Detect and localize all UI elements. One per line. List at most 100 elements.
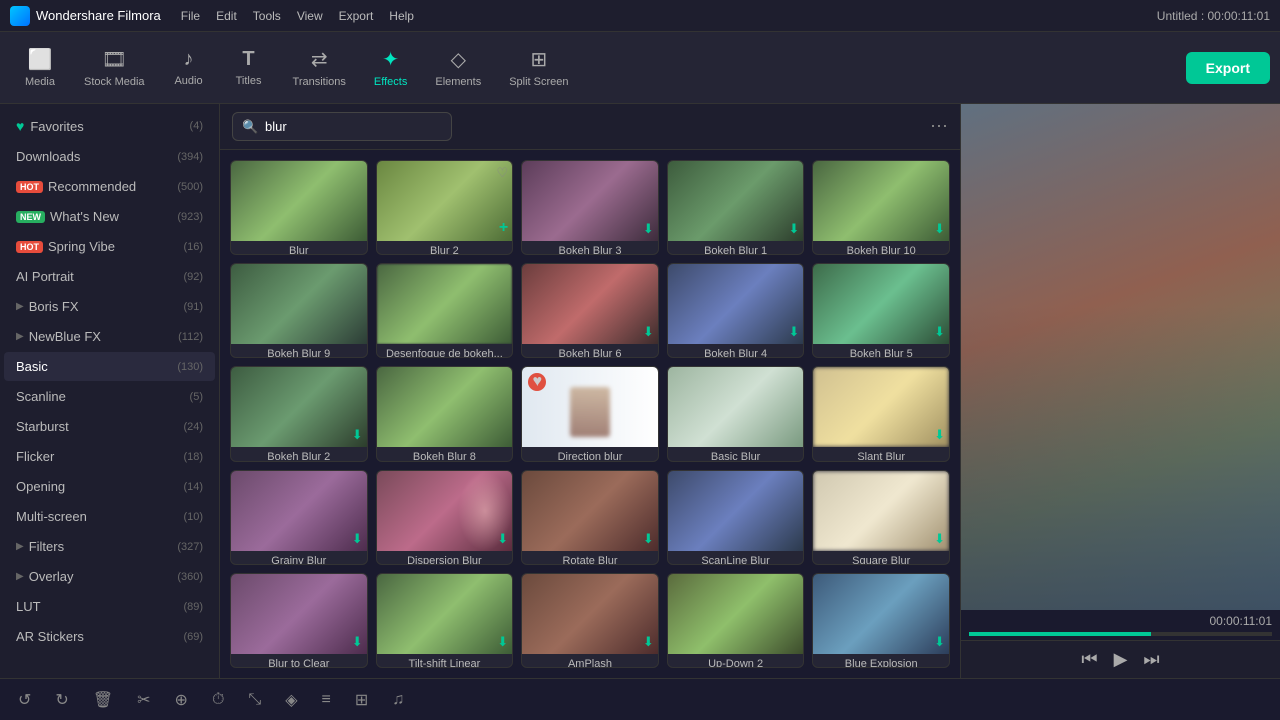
effect-thumbnail (231, 161, 367, 241)
snap-button[interactable]: ◈ (279, 686, 303, 714)
sidebar-item-newblue-fx[interactable]: ▶ NewBlue FX (112) (4, 322, 215, 351)
sidebar-item-overlay[interactable]: ▶ Overlay (360) (4, 562, 215, 591)
toolbar-audio[interactable]: ♪ Audio (159, 42, 219, 93)
effect-card-bokeh-blur-8[interactable]: Bokeh Blur 8 (376, 366, 514, 461)
effect-card-bokeh-blur-3[interactable]: ⬇ Bokeh Blur 3 (521, 160, 659, 255)
effect-card-up-down-2[interactable]: Up-Down 2 (667, 573, 805, 668)
toolbar-stock-media[interactable]: 🎞 Stock Media (70, 41, 159, 94)
toolbar-media[interactable]: ⬜ Media (10, 41, 70, 94)
undo-button[interactable]: ↺ (12, 686, 37, 714)
effect-card-blur-to-clear[interactable]: ⬇ Blur to Clear (230, 573, 368, 668)
sidebar-item-ai-portrait[interactable]: AI Portrait (92) (4, 262, 215, 291)
grid-button[interactable]: ⊞ (349, 686, 374, 714)
add-button[interactable]: ⊕ (169, 686, 194, 714)
download-icon[interactable]: ⬇ (497, 531, 508, 547)
effect-card-blur2[interactable]: ♡ + Blur 2 (376, 160, 514, 255)
download-icon[interactable]: ⬇ (934, 221, 945, 237)
sidebar-item-whats-new[interactable]: NEW What's New (923) (4, 202, 215, 231)
effect-card-bokeh-blur-6[interactable]: ⬇ Bokeh Blur 6 (521, 263, 659, 358)
download-icon[interactable]: ⬇ (643, 324, 654, 340)
preview-progress-bar[interactable] (969, 632, 1272, 636)
sidebar-ar-stickers-label: AR Stickers (16, 629, 183, 644)
sidebar-item-favorites[interactable]: ♥ Favorites (4) (4, 111, 215, 141)
download-icon[interactable]: ⬇ (352, 531, 363, 547)
menu-tools[interactable]: Tools (253, 9, 281, 23)
sidebar-item-opening[interactable]: Opening (14) (4, 472, 215, 501)
sidebar-item-recommended[interactable]: HOT Recommended (500) (4, 172, 215, 201)
add-to-timeline-icon[interactable]: + (499, 219, 508, 237)
effect-card-blur[interactable]: Blur (230, 160, 368, 255)
prev-frame-button[interactable]: ⏮ (1081, 649, 1097, 670)
toolbar-transitions[interactable]: ⇄ Transitions (279, 41, 360, 94)
cut-button[interactable]: ✂ (131, 686, 156, 714)
effect-card-blue-explosion[interactable]: ⬇ Blue Explosion (812, 573, 950, 668)
download-icon[interactable]: ⬇ (788, 221, 799, 237)
effect-label: Bokeh Blur 5 (813, 344, 949, 358)
sidebar-item-boris-fx[interactable]: ▶ Boris FX (91) (4, 292, 215, 321)
settings-button[interactable]: ≡ (316, 687, 337, 713)
fullscreen-button[interactable]: ⤡ (242, 687, 267, 713)
speed-button[interactable]: ⏱ (206, 687, 230, 713)
effect-card-direction-blur[interactable]: ♥ Direction blur (521, 366, 659, 461)
effect-card-desenfoque-bokeh[interactable]: Desenfoque de bokeh... (376, 263, 514, 358)
download-icon[interactable]: ⬇ (352, 427, 363, 443)
download-icon[interactable]: ⬇ (934, 324, 945, 340)
sidebar-item-filters[interactable]: ▶ Filters (327) (4, 532, 215, 561)
favorite-icon[interactable]: ♡ (497, 165, 509, 181)
sidebar-item-starburst[interactable]: Starburst (24) (4, 412, 215, 441)
play-button[interactable]: ▶ (1114, 649, 1128, 670)
download-icon[interactable]: ⬇ (934, 531, 945, 547)
sidebar-item-scanline[interactable]: Scanline (5) (4, 382, 215, 411)
sidebar-item-multi-screen[interactable]: Multi-screen (10) (4, 502, 215, 531)
menu-export[interactable]: Export (339, 9, 374, 23)
sidebar-item-ar-stickers[interactable]: AR Stickers (69) (4, 622, 215, 651)
next-frame-button[interactable]: ⏭ (1143, 649, 1159, 670)
download-icon[interactable]: ⬇ (934, 634, 945, 650)
toolbar-titles[interactable]: T Titles (219, 42, 279, 93)
download-icon[interactable]: ⬇ (934, 427, 945, 443)
sidebar-item-downloads[interactable]: Downloads (394) (4, 142, 215, 171)
effect-label: Basic Blur (668, 447, 804, 461)
effect-card-bokeh-blur-4[interactable]: ⬇ Bokeh Blur 4 (667, 263, 805, 358)
audio-button[interactable]: ♫ (386, 687, 410, 713)
effect-card-basic-blur[interactable]: Basic Blur (667, 366, 805, 461)
toolbar-elements[interactable]: ◇ Elements (421, 41, 495, 94)
effect-card-grainy-blur[interactable]: ⬇ Grainy Blur (230, 470, 368, 565)
sidebar-item-spring-vibe[interactable]: HOT Spring Vibe (16) (4, 232, 215, 261)
effect-card-amplash[interactable]: ⬇ AmPlash (521, 573, 659, 668)
effect-card-tiltshift-linear[interactable]: ⬇ Tilt-shift Linear (376, 573, 514, 668)
menu-file[interactable]: File (181, 9, 200, 23)
sidebar-item-flicker[interactable]: Flicker (18) (4, 442, 215, 471)
redo-button[interactable]: ↻ (49, 686, 74, 714)
menu-view[interactable]: View (297, 9, 323, 23)
menu-help[interactable]: Help (389, 9, 414, 23)
effect-card-bokeh-blur-9[interactable]: Bokeh Blur 9 (230, 263, 368, 358)
effect-card-slant-blur[interactable]: ⬇ Slant Blur (812, 366, 950, 461)
grid-toggle-button[interactable]: ⋯ (930, 116, 948, 137)
effect-card-scanline-blur[interactable]: ScanLine Blur (667, 470, 805, 565)
menu-edit[interactable]: Edit (216, 9, 237, 23)
effect-card-bokeh-blur-1[interactable]: ⬇ Bokeh Blur 1 (667, 160, 805, 255)
effect-card-rotate-blur[interactable]: ⬇ Rotate Blur (521, 470, 659, 565)
export-button[interactable]: Export (1186, 52, 1270, 84)
download-icon[interactable]: ⬇ (497, 634, 508, 650)
download-icon[interactable]: ⬇ (643, 221, 654, 237)
audio-icon: ♪ (184, 48, 194, 71)
download-icon[interactable]: ⬇ (352, 634, 363, 650)
effect-card-bokeh-blur-5[interactable]: ⬇ Bokeh Blur 5 (812, 263, 950, 358)
toolbar-split-screen[interactable]: ⊞ Split Screen (495, 41, 582, 94)
delete-button[interactable]: 🗑 (87, 686, 119, 714)
download-icon[interactable]: ⬇ (643, 531, 654, 547)
search-input[interactable] (232, 112, 452, 141)
sidebar-item-lut[interactable]: LUT (89) (4, 592, 215, 621)
download-icon[interactable]: ⬇ (788, 324, 799, 340)
toolbar-effects[interactable]: ✦ Effects (360, 41, 421, 94)
effect-thumbnail: ⬇ (668, 264, 804, 344)
preview-time: 00:00:11:01 (961, 610, 1280, 632)
effect-card-dispersion-blur[interactable]: ⬇ Dispersion Blur (376, 470, 514, 565)
effect-card-square-blur[interactable]: ⬇ Square Blur (812, 470, 950, 565)
effect-card-bokeh-blur-2[interactable]: ⬇ Bokeh Blur 2 (230, 366, 368, 461)
download-icon[interactable]: ⬇ (643, 634, 654, 650)
sidebar-item-basic[interactable]: Basic (130) (4, 352, 215, 381)
effect-card-bokeh-blur-10[interactable]: ⬇ Bokeh Blur 10 (812, 160, 950, 255)
